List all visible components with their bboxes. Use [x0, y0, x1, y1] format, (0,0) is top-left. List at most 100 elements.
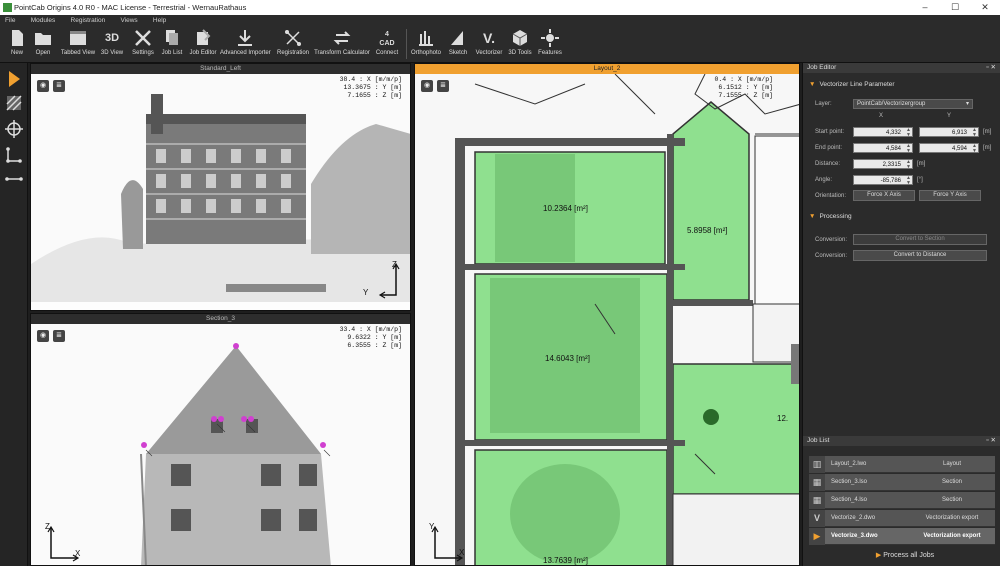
app-logo-icon — [3, 3, 12, 12]
vectorizer-button[interactable]: V. Vectorizer — [474, 25, 504, 63]
spinner-icon[interactable]: ▲ ▼ — [906, 144, 911, 154]
start-unit: [m] — [983, 129, 992, 135]
section-header[interactable]: ▼ Vectorizer Line Parameter — [809, 81, 895, 88]
spinner-icon[interactable]: ▲ ▼ — [972, 144, 977, 154]
conversion-label: Conversion: — [815, 237, 848, 243]
list-item[interactable]: ▥ Layout_2.lwo Layout — [809, 456, 995, 473]
angle-field[interactable]: -85,786 ▲ ▼ — [853, 175, 913, 186]
layout-job-icon: ▥ — [809, 456, 825, 473]
convert-to-distance-button[interactable]: Convert to Distance — [853, 250, 987, 261]
distance-unit: [m] — [917, 161, 926, 167]
end-x-field[interactable]: 4,584 ▲ ▼ — [853, 143, 913, 154]
area-label: 13.7639 [m²] — [543, 556, 588, 565]
3d-text-icon: 3D — [104, 32, 120, 44]
axis-label-horizontal: X — [459, 548, 465, 557]
hatch-icon[interactable] — [4, 93, 24, 113]
convert-to-section-button[interactable]: Convert to Section — [853, 234, 987, 245]
list-item[interactable]: ▦ Section_3.lso Section — [809, 474, 995, 491]
start-x-field[interactable]: 4,332 ▲ ▼ — [853, 127, 913, 138]
layer-select[interactable]: PointCab/Vectorizergroup ▾ — [853, 99, 973, 109]
cube-icon — [512, 30, 528, 46]
end-y-field[interactable]: 4,594 ▲ ▼ — [919, 143, 979, 154]
layout-pane[interactable]: Layout_2 10.2364 [m²] 5.8958 [m²] 14.604… — [414, 63, 800, 566]
visibility-eye-icon[interactable]: ◉ — [37, 330, 49, 342]
spinner-icon[interactable]: ▲ ▼ — [972, 128, 977, 138]
download-icon — [238, 30, 252, 46]
force-y-axis-button[interactable]: Force Y Axis — [919, 190, 981, 201]
visibility-eye-icon[interactable]: ◉ — [421, 80, 433, 92]
cad-icon: 4 CAD — [379, 31, 395, 47]
force-x-axis-button[interactable]: Force X Axis — [853, 190, 915, 201]
orthophoto-button[interactable]: Orthophoto — [410, 25, 442, 63]
list-item[interactable]: V Vectorize_2.dwo Vectorization export — [809, 510, 995, 527]
line-icon[interactable] — [4, 169, 24, 189]
3d-view-button[interactable]: 3D 3D View — [98, 25, 126, 63]
features-button[interactable]: Features — [536, 25, 564, 63]
layers-icon[interactable]: ≣ — [53, 330, 65, 342]
coord-x: 33.4 : X [m/m/p] — [339, 326, 402, 333]
toolbar: New Open Tabbed View 3D 3D View Settings… — [0, 25, 1000, 63]
coord-y: 9.6322 : Y [m] — [347, 334, 402, 341]
tabbed-view-button[interactable]: Tabbed View — [58, 25, 98, 63]
angle-label: Angle: — [815, 177, 833, 183]
maximize-icon[interactable]: ☐ — [940, 0, 970, 15]
spinner-icon[interactable]: ▲ ▼ — [906, 128, 911, 138]
section-header[interactable]: ▼ Processing — [809, 213, 852, 220]
3d-tools-button[interactable]: 3D Tools — [506, 25, 534, 63]
end-unit: [m] — [983, 145, 992, 151]
coord-x: 38.4 : X [m/m/p] — [339, 76, 402, 83]
coord-y: 6.1512 : Y [m] — [718, 84, 773, 91]
job-editor-button[interactable]: Job Editor — [188, 25, 218, 63]
layer-label: Layer: — [815, 101, 832, 107]
tabbed-view-icon — [70, 31, 86, 45]
close-icon[interactable]: ✕ — [970, 0, 1000, 15]
job-editor-header: Job Editor ▫ ✕ — [803, 63, 1000, 73]
spinner-icon[interactable]: ▲ ▼ — [906, 160, 911, 170]
distance-label: Distance: — [815, 161, 841, 167]
new-icon — [12, 30, 23, 46]
play-icon: ▶ — [875, 552, 882, 559]
polyline-icon[interactable] — [4, 145, 24, 165]
spinner-icon[interactable]: ▲ ▼ — [906, 176, 911, 186]
job-editor-panel: Job Editor ▫ ✕ ▼ Vectorizer Line Paramete… — [802, 63, 1000, 433]
job-list-button[interactable]: Job List — [158, 25, 186, 63]
window-title: PointCab Origins 4.0 R0 - MAC License - … — [14, 3, 247, 12]
collapse-triangle-icon: ▼ — [809, 213, 816, 220]
coord-x: 0.4 : X [m/m/p] — [714, 76, 773, 83]
axis-label-vertical: Z — [392, 260, 397, 269]
list-item[interactable]: ▶ Vectorize_3.dwo Vectorization export — [809, 528, 995, 545]
axis-gizmo — [378, 262, 400, 299]
area-label: 14.6043 [m²] — [545, 354, 590, 363]
new-button[interactable]: New — [4, 25, 30, 63]
registration-button[interactable]: Registration — [274, 25, 312, 63]
distance-field[interactable]: 2,3315 ▲ ▼ — [853, 159, 913, 170]
sketch-button[interactable]: Sketch — [444, 25, 472, 63]
point-cloud-elevation[interactable] — [31, 74, 410, 302]
advanced-importer-button[interactable]: Advanced Importer — [220, 25, 271, 63]
registration-icon — [285, 30, 301, 46]
minimize-icon[interactable]: – — [910, 0, 940, 15]
job-list-panel: Job List ▫ ✕ ▥ Layout_2.lwo Layout ▦ Sec… — [802, 433, 1000, 566]
crosshair-icon[interactable] — [4, 119, 24, 139]
section-pane[interactable]: Section_3 ◉ ≣ 33.4 : X [m/m/p] 9.6322: … — [30, 313, 411, 566]
left-tool-strip — [0, 63, 28, 566]
close-icon[interactable]: ▫ ✕ — [986, 436, 996, 446]
process-all-jobs-button[interactable]: ▶ Process all Jobs — [820, 551, 990, 563]
pointer-arrow-icon[interactable] — [4, 69, 24, 89]
end-point-label: End point: — [815, 145, 843, 151]
tools-icon — [135, 30, 151, 46]
open-button[interactable]: Open — [30, 25, 56, 63]
open-folder-icon — [35, 33, 51, 45]
close-icon[interactable]: ▫ ✕ — [986, 63, 996, 73]
sketch-icon — [451, 31, 463, 45]
transform-calculator-button[interactable]: Transform Calculator — [314, 25, 370, 63]
connect-cad-button[interactable]: 4 CAD Connect — [372, 25, 402, 63]
layers-icon[interactable]: ≣ — [437, 80, 449, 92]
start-y-field[interactable]: 6,913 ▲ ▼ — [919, 127, 979, 138]
standard-left-pane[interactable]: Standard_Left ◉ ≣ 38.4 : X [m/m/p] 13.36… — [30, 63, 411, 311]
layers-icon[interactable]: ≣ — [53, 80, 65, 92]
list-item[interactable]: ▦ Section_4.lso Section — [809, 492, 995, 509]
settings-button[interactable]: Settings — [128, 25, 158, 63]
floor-plan[interactable] — [415, 74, 799, 565]
visibility-eye-icon[interactable]: ◉ — [37, 80, 49, 92]
